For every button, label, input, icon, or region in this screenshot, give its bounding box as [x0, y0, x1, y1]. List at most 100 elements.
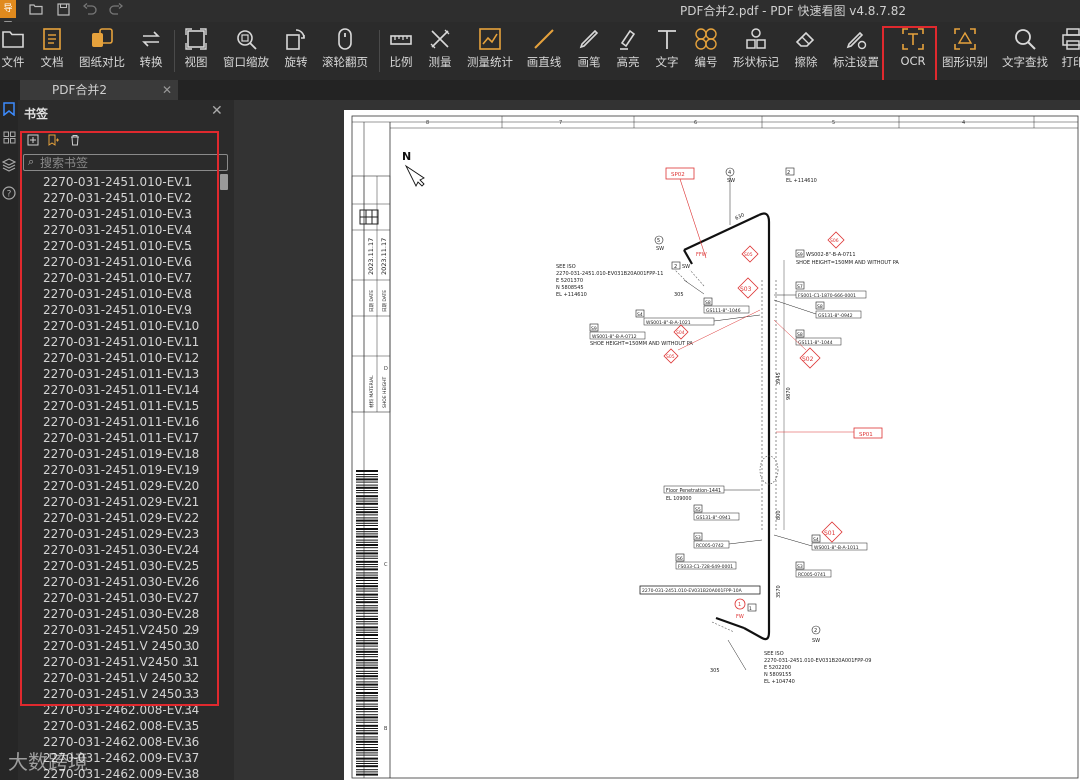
barcode-bar	[356, 539, 378, 541]
barcode-bar	[356, 697, 378, 699]
svg-text:S8: S8	[797, 332, 803, 338]
numbering-button[interactable]: 编号	[692, 26, 720, 74]
barcode-bar	[356, 509, 378, 510]
svg-text:S03: S03	[740, 286, 752, 293]
barcode-bar	[356, 618, 378, 620]
svg-text:S9: S9	[591, 326, 597, 332]
barcode-bar	[356, 664, 378, 666]
shape-recognize-icon	[954, 28, 976, 50]
barcode-bar	[356, 511, 378, 514]
shape-mark-icon	[746, 28, 766, 49]
view-icon	[185, 28, 207, 50]
barcode-bar	[356, 752, 378, 754]
isometric-drawing: 8 7 6 5 4 D C B 2023.11.17 2023.11.17 日期…	[351, 115, 1079, 779]
barcode-bar	[356, 645, 378, 647]
pen-icon	[579, 29, 599, 49]
barcode-bar	[356, 528, 378, 530]
highlight-button[interactable]: 高亮	[614, 26, 642, 74]
barcode-bar	[356, 486, 378, 489]
close-panel-icon[interactable]: ✕	[211, 103, 223, 119]
svg-text:EL 109000: EL 109000	[666, 496, 692, 502]
svg-text:EL +104740: EL +104740	[764, 679, 795, 685]
tab-label: PDF合并2	[52, 83, 108, 97]
save-icon[interactable]	[55, 3, 71, 19]
barcode-bar	[356, 490, 378, 491]
side-label: 日期 DATE	[369, 290, 375, 312]
svg-text:N 5809155: N 5809155	[764, 672, 792, 678]
barcode-bar	[356, 730, 378, 732]
svg-text:WS001-8"-B-A-1021: WS001-8"-B-A-1021	[646, 320, 691, 326]
bookmark-highlight-box	[20, 131, 219, 706]
svg-text:2: 2	[814, 628, 817, 634]
document-viewer[interactable]: 8 7 6 5 4 D C B 2023.11.17 2023.11.17 日期…	[234, 100, 1080, 780]
barcode-bar	[356, 773, 378, 776]
annotation-settings-button[interactable]: 标注设置	[832, 26, 880, 74]
svg-text:S4: S4	[813, 537, 819, 543]
barcode-bar	[356, 519, 378, 522]
bookmark-icon[interactable]	[0, 102, 18, 120]
svg-text:EL +114610: EL +114610	[556, 292, 587, 298]
close-tab-icon[interactable]: ✕	[162, 80, 172, 100]
svg-text:WS002-8"-B-A-0711: WS002-8"-B-A-0711	[806, 252, 856, 258]
barcode-bar	[356, 601, 378, 604]
zoom-window-button[interactable]: 窗口缩放	[222, 26, 270, 74]
barcode-bar	[356, 695, 378, 697]
pdf-page[interactable]: 8 7 6 5 4 D C B 2023.11.17 2023.11.17 日期…	[344, 110, 1080, 780]
open-folder-icon[interactable]	[28, 3, 44, 19]
svg-text:S05: S05	[666, 354, 675, 360]
barcode-bar	[356, 478, 378, 481]
measure-stats-button[interactable]: 测量统计	[466, 26, 514, 74]
rotate-icon	[286, 29, 305, 50]
view-button[interactable]: 视图	[183, 26, 209, 74]
barcode-bar	[356, 634, 378, 636]
measure-button[interactable]: 测量	[426, 26, 454, 74]
barcode-bar	[356, 760, 378, 762]
bookmark-item[interactable]: 2270-031-2462.008-EV... 35	[18, 718, 218, 734]
svg-text:?: ?	[7, 190, 12, 200]
erase-button[interactable]: 擦除	[792, 26, 820, 74]
undo-icon[interactable]	[82, 3, 98, 19]
redo-icon[interactable]	[108, 3, 124, 19]
svg-text:FW: FW	[736, 614, 744, 620]
svg-text:GS111-8"-1044: GS111-8"-1044	[798, 340, 833, 346]
help-icon[interactable]: ?	[0, 186, 18, 204]
pen-button[interactable]: 画笔	[575, 26, 603, 74]
tab-pdf-merge2[interactable]: PDF合并2 ✕	[20, 80, 178, 100]
barcode-bar	[356, 670, 378, 672]
side-icon-rail: ?	[0, 100, 18, 780]
svg-text:N 5808545: N 5808545	[556, 285, 584, 291]
document-button[interactable]: 文档	[38, 26, 66, 74]
barcode-bar	[356, 514, 378, 516]
compare-button[interactable]: 图纸对比	[78, 26, 126, 74]
convert-button[interactable]: 转换	[138, 26, 164, 74]
print-button[interactable]: 打印	[1060, 26, 1080, 74]
barcode-bar	[356, 714, 378, 716]
barcode-bar	[356, 615, 378, 617]
svg-text:2270-031-2451.010-EV031B20A001: 2270-031-2451.010-EV031B20A001FPP-11	[556, 271, 663, 277]
rotate-label: 旋转	[284, 55, 308, 69]
scale-button[interactable]: 比例	[387, 26, 415, 74]
barcode-bar	[356, 738, 378, 740]
svg-text:S6: S6	[677, 556, 683, 562]
layers-icon[interactable]	[0, 158, 18, 176]
shape-mark-button[interactable]: 形状标记	[732, 26, 780, 74]
thumbnails-icon[interactable]	[0, 131, 18, 149]
bookmark-page-number: 36	[184, 735, 200, 749]
document-label: 文档	[40, 55, 64, 69]
svg-text:GS111-8"-1046: GS111-8"-1046	[706, 308, 741, 314]
shape-recognize-button[interactable]: 图形识别	[941, 26, 989, 74]
svg-text:SEE ISO: SEE ISO	[764, 651, 784, 657]
svg-text:305: 305	[674, 292, 684, 298]
text-button[interactable]: 文字	[653, 26, 681, 74]
file-button[interactable]: 文件	[0, 26, 26, 74]
bookmark-scrollbar-thumb[interactable]	[220, 174, 228, 190]
text-search-button[interactable]: 文字查找	[1001, 26, 1049, 74]
draw-line-button[interactable]: 画直线	[526, 26, 562, 74]
wheel-page-button[interactable]: 滚轮翻页	[321, 26, 369, 74]
barcode-bar	[356, 654, 378, 655]
svg-text:S3: S3	[695, 535, 701, 541]
convert-label: 转换	[139, 55, 163, 69]
barcode-bar	[356, 550, 378, 552]
rotate-button[interactable]: 旋转	[283, 26, 309, 74]
ruler-label: 8	[426, 120, 429, 126]
